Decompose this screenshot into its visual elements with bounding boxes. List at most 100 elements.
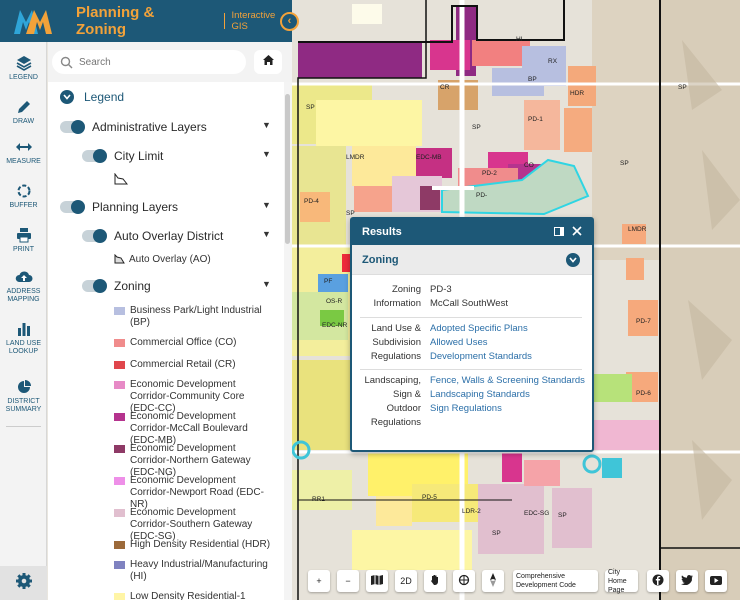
map-label: HI [516, 36, 523, 43]
search-bar [48, 42, 292, 82]
legend-panel: Legend Administrative Layers ▼ City Limi… [48, 42, 292, 600]
pencil-icon [0, 98, 47, 116]
landscaping-links: Fence, Walls & Screening Standards Lands… [430, 374, 585, 416]
search-field[interactable] [52, 50, 246, 74]
map-label: PD-4 [304, 198, 319, 205]
rail-label: DISTRICT SUMMARY [5, 398, 42, 413]
chevron-down-icon[interactable] [566, 253, 580, 267]
legend-item-zoning: Commercial Office (CO) [114, 337, 274, 349]
zoning-info-section: Zoning PD-3 Information McCall SouthWest [360, 283, 584, 313]
toggle-switch[interactable] [82, 279, 107, 293]
legend-item-zoning: Economic Development Corridor-Southern G… [114, 507, 274, 543]
layer-auto-overlay-district[interactable]: Auto Overlay District [82, 229, 223, 243]
rail-item-land-use-lookup[interactable]: LAND USE LOOKUP [0, 320, 47, 356]
legend-tree: Legend Administrative Layers ▼ City Limi… [48, 82, 284, 600]
layer-group-planning[interactable]: Planning Layers [60, 200, 178, 214]
caret-down-icon[interactable]: ▼ [262, 279, 271, 289]
toggle-switch[interactable] [60, 120, 85, 134]
map-label: HDR [570, 90, 585, 97]
basemap-button[interactable] [366, 570, 388, 592]
landscaping-section: Landscaping, Sign & Outdoor Regulations … [360, 374, 584, 432]
results-title: Results [362, 226, 402, 238]
facebook-icon [652, 574, 664, 588]
legend-item-label: Commercial Retail (CR) [130, 359, 236, 370]
zoom-in-button[interactable]: + [308, 570, 330, 592]
caret-down-icon[interactable]: ▼ [262, 200, 271, 210]
information-label: Information [373, 298, 421, 309]
map-icon [371, 575, 383, 587]
youtube-icon [710, 575, 722, 587]
toggle-switch[interactable] [60, 200, 85, 214]
legend-item-label: Economic Development Corridor-Newport Ro… [130, 475, 264, 510]
auto-overlay-symbol [114, 253, 125, 268]
tool-rail: LEGEND DRAW MEASURE BUFFER PRINT ADDRESS… [0, 42, 47, 600]
map-label: CR [440, 84, 450, 91]
layer-label: City Limit [114, 149, 164, 163]
link-development-standards[interactable]: Development Standards [430, 350, 585, 364]
caret-down-icon[interactable]: ▼ [262, 149, 271, 159]
toggle-switch[interactable] [82, 229, 107, 243]
zoning-swatch [114, 509, 125, 517]
rail-item-print[interactable]: PRINT [0, 226, 47, 254]
toggle-switch[interactable] [82, 149, 107, 163]
rail-item-district-summary[interactable]: DISTRICT SUMMARY [0, 378, 47, 414]
map-label: PF [324, 278, 333, 285]
rotate-button[interactable] [453, 570, 475, 592]
measure-arrows-icon [0, 138, 47, 156]
rotate-icon [458, 574, 470, 588]
results-section-header[interactable]: Zoning [352, 245, 592, 275]
caret-down-icon[interactable]: ▼ [262, 120, 271, 130]
map-label: SP [558, 512, 567, 519]
chevron-down-icon [60, 90, 74, 104]
scrollbar-thumb[interactable] [285, 94, 290, 244]
map-label: SP [472, 124, 481, 131]
map-label: SP [620, 160, 629, 167]
compass-button[interactable] [482, 570, 504, 592]
rail-item-buffer[interactable]: BUFFER [0, 182, 47, 210]
caret-down-icon[interactable]: ▼ [262, 229, 271, 239]
zoning-swatch [114, 361, 125, 369]
map-label: SP [306, 104, 315, 111]
twitter-button[interactable] [676, 570, 698, 592]
home-button[interactable] [254, 50, 282, 74]
rail-item-address-mapping[interactable]: ADDRESS MAPPING [0, 268, 47, 304]
settings-button[interactable] [0, 566, 47, 600]
close-icon[interactable] [572, 226, 582, 239]
zoning-swatch [114, 593, 125, 600]
collapse-panel-button[interactable]: ‹ [280, 12, 299, 31]
legend-item-label: Economic Development Corridor-Southern G… [130, 507, 253, 542]
facebook-button[interactable] [647, 570, 669, 592]
rail-item-legend[interactable]: LEGEND [0, 54, 47, 82]
layer-zoning[interactable]: Zoning [82, 279, 151, 293]
link-landscaping-standards[interactable]: Landscaping Standards [430, 388, 585, 402]
legend-item-zoning: Economic Development Corridor-Community … [114, 379, 274, 415]
rail-item-draw[interactable]: DRAW [0, 98, 47, 126]
city-home-page-link[interactable]: City Home Page [605, 569, 638, 594]
land-use-section: Land Use & Subdivision Regulations Adopt… [360, 322, 584, 366]
legend-item-zoning: Economic Development Corridor-Northern G… [114, 443, 274, 479]
dock-icon[interactable] [554, 227, 564, 239]
link-allowed-uses[interactable]: Allowed Uses [430, 336, 585, 350]
zoom-out-button[interactable]: − [337, 570, 359, 592]
rail-item-measure[interactable]: MEASURE [0, 138, 47, 166]
layer-group-administrative[interactable]: Administrative Layers [60, 120, 207, 134]
legend-header[interactable]: Legend [60, 90, 124, 104]
pan-button[interactable] [424, 570, 446, 592]
header-divider [223, 13, 225, 29]
search-input[interactable] [79, 56, 229, 68]
zoning-swatch [114, 561, 125, 569]
youtube-button[interactable] [705, 570, 727, 592]
layer-city-limit[interactable]: City Limit [82, 149, 163, 163]
link-sign-regulations[interactable]: Sign Regulations [430, 402, 585, 416]
link-adopted-specific-plans[interactable]: Adopted Specific Plans [430, 322, 585, 336]
comprehensive-development-code-link[interactable]: Comprehensive Development Code [513, 570, 598, 592]
rail-label: LEGEND [9, 74, 38, 81]
layer-group-label: Administrative Layers [92, 120, 207, 134]
legend-scrollbar[interactable] [284, 82, 292, 600]
view-2d-button[interactable]: 2D [395, 570, 417, 592]
chevron-left-icon: ‹ [287, 15, 292, 27]
buffer-icon [0, 182, 47, 200]
link-fence-walls-screening[interactable]: Fence, Walls & Screening Standards [430, 374, 585, 388]
layer-label: Auto Overlay District [114, 229, 224, 243]
map-label: PD-7 [636, 318, 651, 325]
